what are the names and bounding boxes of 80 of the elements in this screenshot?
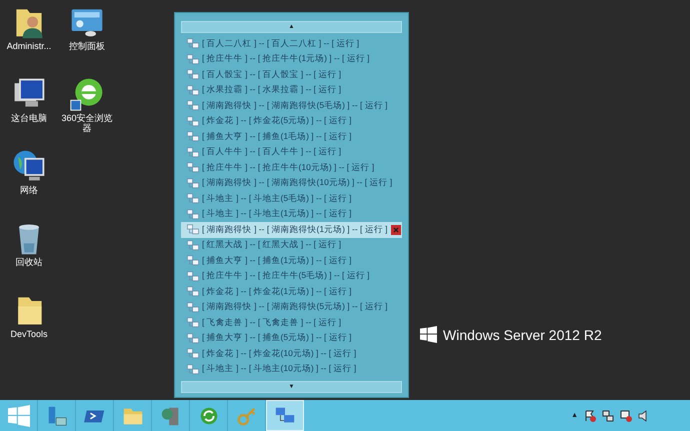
computers-icon (187, 286, 199, 298)
row-text: [ 斗地主 ] -- [ 斗地主(10元场) ] -- [ 运行 ] (202, 363, 356, 376)
computers-icon (187, 208, 199, 220)
desktop-icon-label[interactable]: 这台电脑 (0, 114, 58, 124)
row-text: [ 炸金花 ] -- [ 炸金花(5元场) ] -- [ 运行 ] (202, 115, 352, 128)
row-text: [ 水果拉霸 ] -- [ 水果拉霸 ] -- [ 运行 ] (202, 84, 342, 96)
list-row[interactable]: [ 湖南跑得快 ] -- [ 湖南跑得快(1元场) ] -- [ 运行 ] (181, 222, 402, 238)
computers-icon (187, 317, 199, 328)
row-text: [ 炸金花 ] -- [ 炸金花(1元场) ] -- [ 运行 ] (202, 286, 352, 298)
close-icon[interactable] (390, 224, 400, 235)
row-text: [ 湖南跑得快 ] -- [ 湖南跑得快(10元场) ] -- [ 运行 ] (202, 177, 392, 190)
list-row[interactable]: [ 斗地主 ] -- [ 斗地主(10元场) ] -- [ 运行 ] (187, 362, 402, 377)
computers-icon (187, 38, 199, 50)
computers-icon (187, 302, 199, 313)
list-row[interactable]: [ 捕鱼大亨 ] -- [ 捕鱼(5元场) ] -- [ 运行 ] (187, 330, 402, 346)
computers-icon (187, 162, 199, 174)
row-text: [ 湖南跑得快 ] -- [ 湖南跑得快(1元场) ] -- [ 运行 ] (202, 224, 388, 236)
row-text: [ 炸金花 ] -- [ 炸金花(10元场) ] -- [ 运行 ] (202, 348, 356, 360)
list-row[interactable]: [ 百人牛牛 ] -- [ 百人牛牛 ] -- [ 运行 ] (187, 144, 402, 160)
list-row[interactable]: [ 百人二八杠 ] -- [ 百人二八杠 ] -- [ 运行 ] (187, 36, 402, 52)
list-row[interactable]: [ 斗地主 ] -- [ 斗地主(1元场) ] -- [ 运行 ] (187, 206, 402, 222)
row-text: [ 斗地主 ] -- [ 斗地主(5毛场) ] -- [ 运行 ] (202, 192, 352, 205)
list-row[interactable]: [ 飞禽走兽 ] -- [ 飞禽走兽 ] -- [ 运行 ] (187, 315, 402, 330)
computers-icon (187, 116, 199, 127)
row-text: [ 抢庄牛牛 ] -- [ 抢庄牛牛(1元场) ] -- [ 运行 ] (202, 53, 370, 66)
row-text: [ 百人骰宝 ] -- [ 百人骰宝 ] -- [ 运行 ] (202, 68, 342, 81)
row-text: [ 百人牛牛 ] -- [ 百人牛牛 ] -- [ 运行 ] (202, 146, 342, 158)
desktop-icon-label[interactable]: 回收站 (0, 258, 58, 268)
desktop-icon-label[interactable]: 网络 (0, 186, 58, 196)
computers-icon (187, 240, 199, 251)
computers-icon (187, 69, 199, 80)
row-text: [ 抢庄牛牛 ] -- [ 抢庄牛牛(5毛场) ] -- [ 运行 ] (202, 270, 370, 282)
row-text: [ 抢庄牛牛 ] -- [ 抢庄牛牛(10元场) ] -- [ 运行 ] (202, 162, 374, 174)
list-row[interactable]: [ 炸金花 ] -- [ 炸金花(5元场) ] -- [ 运行 ] (187, 114, 402, 129)
desktop-icon-label[interactable]: DevTools (0, 330, 58, 340)
network-icon[interactable] (602, 410, 614, 422)
os-edition-text: Windows Server 2012 R2 (443, 326, 602, 342)
list-row[interactable]: [ 抢庄牛牛 ] -- [ 抢庄牛牛(10元场) ] -- [ 运行 ] (187, 160, 402, 176)
list-row[interactable]: [ 捕鱼大亨 ] -- [ 捕鱼(1毛场) ] -- [ 运行 ] (187, 129, 402, 144)
list-row[interactable]: [ 炸金花 ] -- [ 炸金花(1元场) ] -- [ 运行 ] (187, 284, 402, 300)
desktop-icon-label[interactable]: 控制面板 (58, 42, 116, 52)
computers-icon (187, 146, 199, 158)
computers-icon (187, 255, 199, 266)
row-text: [ 湖南跑得快 ] -- [ 湖南跑得快(5毛场) ] -- [ 运行 ] (202, 100, 388, 112)
row-text: [ 捕鱼大亨 ] -- [ 捕鱼(5元场) ] -- [ 运行 ] (202, 332, 352, 344)
computers-icon (187, 100, 199, 112)
computers-icon (187, 270, 199, 282)
list-row[interactable]: [ 湖南跑得快 ] -- [ 湖南跑得快(10元场) ] -- [ 运行 ] (187, 176, 402, 191)
computers-icon (187, 364, 199, 375)
computers-icon (187, 84, 199, 96)
computers-icon (187, 193, 199, 204)
row-text: [ 捕鱼大亨 ] -- [ 捕鱼(1毛场) ] -- [ 运行 ] (202, 130, 352, 143)
computers-icon (187, 178, 199, 189)
computers-icon (187, 131, 199, 142)
windows-logo-icon (8, 404, 30, 426)
computers-icon (187, 54, 199, 65)
row-text: [ 百人二八杠 ] -- [ 百人二八杠 ] -- [ 运行 ] (202, 38, 360, 50)
flag-icon[interactable] (584, 410, 596, 422)
row-text: [ 飞禽走兽 ] -- [ 飞禽走兽 ] -- [ 运行 ] (202, 316, 342, 329)
list-row[interactable]: [ 炸金花 ] -- [ 炸金花(10元场) ] -- [ 运行 ] (187, 346, 402, 362)
list-row[interactable]: [ 捕鱼大亨 ] -- [ 捕鱼(1元场) ] -- [ 运行 ] (187, 253, 402, 268)
list-row[interactable]: [ 抢庄牛牛 ] -- [ 抢庄牛牛(1元场) ] -- [ 运行 ] (187, 52, 402, 67)
desktop-icon-label[interactable]: Administr... (0, 42, 58, 52)
desktop-icon-label[interactable]: 360安全浏览器 (58, 114, 116, 134)
computers-icon (187, 224, 199, 236)
row-text: [ 红黑大战 ] -- [ 红黑大战 ] -- [ 运行 ] (202, 239, 342, 252)
row-text: [ 捕鱼大亨 ] -- [ 捕鱼(1元场) ] -- [ 运行 ] (202, 254, 352, 267)
list-row[interactable]: [ 抢庄牛牛 ] -- [ 抢庄牛牛(5毛场) ] -- [ 运行 ] (187, 268, 402, 284)
list-row[interactable]: [ 斗地主 ] -- [ 斗地主(5毛场) ] -- [ 运行 ] (187, 191, 402, 206)
browser-icon (69, 76, 105, 112)
list-row[interactable]: [ 百人骰宝 ] -- [ 百人骰宝 ] -- [ 运行 ] (187, 67, 402, 82)
list-row[interactable]: [ 红黑大战 ] -- [ 红黑大战 ] -- [ 运行 ] (187, 238, 402, 253)
list-row[interactable]: [ 湖南跑得快 ] -- [ 湖南跑得快(5元场) ] -- [ 运行 ] (187, 300, 402, 315)
list-row[interactable]: [ 湖南跑得快 ] -- [ 湖南跑得快(5毛场) ] -- [ 运行 ] (187, 98, 402, 114)
row-text: [ 湖南跑得快 ] -- [ 湖南跑得快(5元场) ] -- [ 运行 ] (202, 301, 388, 314)
windows-logo-icon (420, 326, 437, 343)
list-row[interactable]: [ 水果拉霸 ] -- [ 水果拉霸 ] -- [ 运行 ] (187, 82, 402, 98)
computers-icon (187, 332, 199, 344)
row-text: [ 斗地主 ] -- [ 斗地主(1元场) ] -- [ 运行 ] (202, 208, 352, 220)
computers-icon (187, 348, 199, 360)
